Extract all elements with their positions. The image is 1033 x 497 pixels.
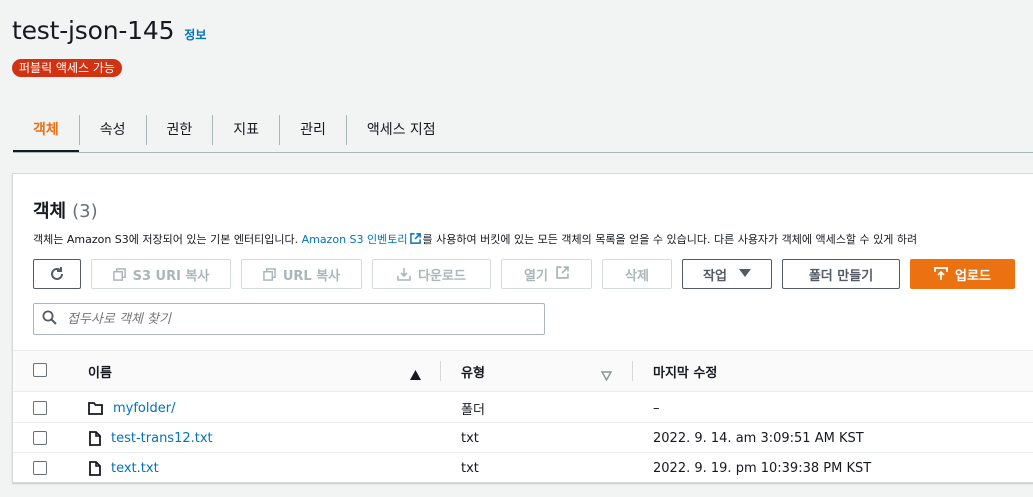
search-icon: [42, 310, 57, 329]
open-label: 열기: [524, 268, 548, 284]
copy-icon: [263, 267, 276, 281]
title-row: test-json-145 정보: [12, 16, 206, 45]
column-divider: [440, 361, 441, 381]
description-prefix: 객체는 Amazon S3에 저장되어 있는 기본 엔터티입니다.: [33, 233, 302, 246]
object-modified-cell: –: [653, 400, 660, 416]
tab-metrics[interactable]: 지표: [213, 106, 279, 152]
row-checkbox[interactable]: [33, 431, 47, 445]
object-type-cell: 폴더: [461, 402, 485, 418]
download-button[interactable]: 다운로드: [372, 259, 491, 289]
column-header-last-modified[interactable]: 마지막 수정: [653, 351, 717, 391]
file-icon: [89, 430, 101, 446]
copy-s3-uri-label: S3 URI 복사: [132, 268, 210, 284]
open-button[interactable]: 열기: [501, 259, 592, 289]
object-name-link[interactable]: test-trans12.txt: [111, 431, 213, 446]
create-folder-button[interactable]: 폴더 만들기: [782, 259, 900, 289]
upload-icon: [934, 267, 948, 281]
objects-title-text: 객체: [33, 201, 67, 222]
tab-properties[interactable]: 속성: [80, 106, 146, 152]
refresh-button[interactable]: [33, 259, 81, 289]
column-modified-label: 마지막 수정: [653, 365, 718, 381]
info-link[interactable]: 정보: [184, 26, 206, 43]
refresh-icon: [51, 267, 63, 280]
column-header-name[interactable]: 이름: [88, 351, 112, 391]
column-divider: [632, 361, 633, 381]
tab-access-points[interactable]: 액세스 지점: [347, 106, 456, 152]
caret-down-icon: [738, 267, 751, 282]
object-type-cell: txt: [461, 460, 479, 476]
table-row: test-trans12.txt txt 2022. 9. 14. am 3:0…: [13, 423, 1033, 453]
delete-button[interactable]: 삭제: [602, 259, 672, 289]
object-name-link[interactable]: myfolder/: [113, 401, 175, 416]
copy-url-label: URL 복사: [282, 268, 341, 284]
copy-s3-uri-button[interactable]: S3 URI 복사: [91, 259, 231, 289]
create-folder-label: 폴더 만들기: [808, 268, 874, 284]
copy-url-button[interactable]: URL 복사: [241, 259, 362, 289]
actions-dropdown[interactable]: 작업: [682, 259, 772, 289]
column-header-type[interactable]: 유형: [461, 351, 485, 391]
object-name-link[interactable]: text.txt: [111, 461, 159, 476]
bucket-tabs: 객체 속성 권한 지표 관리 액세스 지점: [13, 106, 456, 152]
table-row: text.txt txt 2022. 9. 19. pm 10:39:38 PM…: [13, 453, 1033, 483]
row-checkbox[interactable]: [33, 401, 47, 415]
description-suffix: 를 사용하여 버킷에 있는 모든 객체의 목록을 얻을 수 있습니다. 다른 사…: [422, 233, 918, 246]
page-title: test-json-145: [12, 16, 175, 45]
inventory-link[interactable]: Amazon S3 인벤토리: [302, 233, 408, 246]
search-input[interactable]: [67, 311, 507, 327]
tab-objects[interactable]: 객체: [13, 106, 79, 152]
prefix-search[interactable]: [33, 303, 545, 335]
actions-label: 작업: [703, 268, 727, 284]
column-type-label: 유형: [461, 365, 485, 381]
object-modified-cell: 2022. 9. 14. am 3:09:51 AM KST: [653, 430, 864, 446]
download-icon: [397, 267, 411, 281]
bucket-header: test-json-145 정보 퍼블릭 액세스 가능 객체 속성 권한 지표 …: [0, 0, 1033, 153]
objects-panel-title: 객체 (3): [33, 197, 98, 223]
public-access-badge: 퍼블릭 액세스 가능: [12, 59, 122, 77]
object-name-cell[interactable]: myfolder/: [88, 393, 175, 423]
sort-icon[interactable]: [600, 366, 613, 385]
object-modified-cell: 2022. 9. 19. pm 10:39:38 PM KST: [653, 460, 872, 476]
object-name-cell[interactable]: text.txt: [88, 453, 159, 483]
copy-icon: [112, 267, 126, 281]
tab-permissions[interactable]: 권한: [147, 106, 213, 152]
download-label: 다운로드: [418, 268, 466, 284]
objects-description: 객체는 Amazon S3에 저장되어 있는 기본 엔터티입니다. Amazon…: [33, 231, 917, 247]
row-checkbox[interactable]: [33, 461, 47, 475]
upload-label: 업로드: [955, 268, 991, 284]
sort-ascending-icon[interactable]: [410, 365, 421, 384]
objects-count: (3): [72, 201, 98, 222]
object-type-cell: txt: [461, 430, 479, 446]
column-name-label: 이름: [88, 365, 112, 381]
file-icon: [89, 460, 101, 476]
objects-table-header: 이름 유형 마지막 수정: [13, 350, 1033, 392]
tabs-underline: [13, 152, 1033, 153]
object-name-cell[interactable]: test-trans12.txt: [88, 423, 213, 453]
delete-label: 삭제: [625, 268, 649, 284]
select-all-checkbox[interactable]: [33, 363, 47, 377]
folder-icon: [88, 401, 103, 415]
upload-button[interactable]: 업로드: [910, 259, 1015, 289]
external-link-icon: [556, 265, 569, 283]
table-row: myfolder/ 폴더 –: [13, 393, 1033, 423]
external-link-icon[interactable]: [409, 233, 421, 244]
objects-panel: 객체 (3) 객체는 Amazon S3에 저장되어 있는 기본 엔터티입니다. …: [12, 173, 1033, 483]
tab-management[interactable]: 관리: [280, 106, 346, 152]
